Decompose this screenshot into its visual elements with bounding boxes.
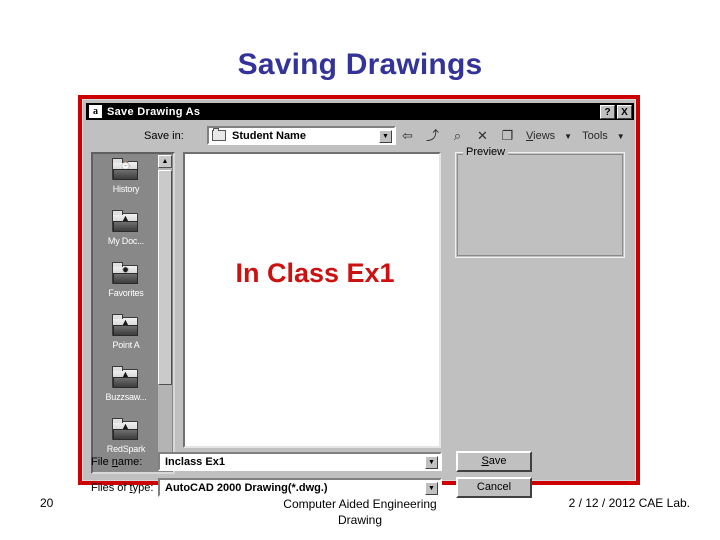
page-title: Saving Drawings xyxy=(237,48,483,81)
file-name-combobox[interactable]: Inclass Ex1 ▼ xyxy=(158,452,442,471)
dialog-titlebar: a Save Drawing As ? X xyxy=(86,103,634,120)
save-drawing-as-dialog: a Save Drawing As ? X Save in: Student N… xyxy=(82,99,636,498)
scroll-up-icon[interactable]: ▲ xyxy=(158,155,172,168)
folder-icon xyxy=(212,128,226,141)
tools-menu-label[interactable]: Tools xyxy=(582,130,608,142)
preview-label: Preview xyxy=(463,146,509,158)
save-in-combobox[interactable]: Student Name ▼ xyxy=(207,126,396,145)
slide-number: 20 xyxy=(40,496,54,510)
files-of-type-chevron-down-icon[interactable]: ▼ xyxy=(425,482,438,495)
up-one-level-icon[interactable]: ⤴ xyxy=(424,128,441,144)
preview-border xyxy=(457,154,623,256)
dialog-toolbar: ⇦ ⤴ ⌕ ✕ ❐ Views ▼ Tools ▼ xyxy=(399,126,625,146)
search-web-icon[interactable]: ⌕ xyxy=(449,128,466,144)
help-button[interactable]: ? xyxy=(600,104,615,119)
file-name-chevron-down-icon[interactable]: ▼ xyxy=(425,456,438,469)
tools-chevron-down-icon[interactable]: ▼ xyxy=(617,132,625,141)
file-name-value: Inclass Ex1 xyxy=(165,456,225,468)
footer-date-lab: 2 / 12 / 2012 CAE Lab. xyxy=(568,496,690,510)
file-name-row: File name: Inclass Ex1 ▼ Save xyxy=(86,451,634,472)
preview-panel: Preview xyxy=(455,146,625,258)
autocad-app-icon: a xyxy=(89,105,102,118)
chevron-down-icon[interactable]: ▼ xyxy=(379,130,392,143)
save-in-value: Student Name xyxy=(232,129,306,142)
place-label: Buzzsaw... xyxy=(105,392,147,402)
place-label: Point A xyxy=(112,340,140,350)
history-folder-icon: ⌚ xyxy=(111,158,141,183)
back-arrow-icon[interactable]: ⇦ xyxy=(399,128,416,144)
files-of-type-combobox[interactable]: AutoCAD 2000 Drawing(*.dwg.) ▼ xyxy=(158,478,442,497)
annotation-in-class-ex1: In Class Ex1 xyxy=(235,258,395,288)
footer-line-2: Drawing xyxy=(337,513,382,527)
places-list: ⌚ History ▲ My Doc... ✹ Favorites ▲ Poin… xyxy=(93,154,159,468)
place-item-point-a[interactable]: ▲ Point A xyxy=(93,312,159,364)
place-label: Favorites xyxy=(108,288,144,298)
buzzsaw-folder-icon: ▲ xyxy=(111,366,141,391)
place-item-buzzsaw[interactable]: ▲ Buzzsaw... xyxy=(93,364,159,416)
save-in-label: Save in: xyxy=(144,130,184,142)
dialog-title: Save Drawing As xyxy=(107,105,201,118)
places-scrollbar[interactable]: ▲ ▼ xyxy=(158,155,172,471)
views-menu-label[interactable]: Views xyxy=(526,130,555,142)
point-a-folder-icon: ▲ xyxy=(111,314,141,339)
files-of-type-label: Files of type: xyxy=(91,482,154,494)
favorites-folder-icon: ✹ xyxy=(111,262,141,287)
place-item-my-documents[interactable]: ▲ My Doc... xyxy=(93,208,159,260)
file-name-label: File name: xyxy=(91,456,143,468)
files-of-type-value: AutoCAD 2000 Drawing(*.dwg.) xyxy=(165,482,328,494)
places-bar: ⌚ History ▲ My Doc... ✹ Favorites ▲ Poin… xyxy=(91,152,175,474)
file-list-panel[interactable] xyxy=(183,152,441,448)
views-chevron-down-icon[interactable]: ▼ xyxy=(564,132,572,141)
scrollbar-thumb[interactable] xyxy=(158,170,172,385)
save-button[interactable]: Save xyxy=(456,451,532,472)
place-label: My Doc... xyxy=(107,236,145,246)
footer-line-1: Computer Aided Engineering xyxy=(283,497,437,511)
place-item-history[interactable]: ⌚ History xyxy=(93,156,159,208)
redspark-folder-icon: ▲ xyxy=(111,418,141,443)
place-label: History xyxy=(112,184,140,194)
create-new-folder-icon[interactable]: ❐ xyxy=(499,128,516,144)
place-item-favorites[interactable]: ✹ Favorites xyxy=(93,260,159,312)
delete-icon[interactable]: ✕ xyxy=(474,128,491,144)
files-of-type-row: Files of type: AutoCAD 2000 Drawing(*.dw… xyxy=(86,477,634,498)
cancel-button[interactable]: Cancel xyxy=(456,477,532,498)
my-documents-folder-icon: ▲ xyxy=(111,210,141,235)
screenshot-red-frame: a Save Drawing As ? X Save in: Student N… xyxy=(78,95,640,498)
close-icon[interactable]: X xyxy=(617,104,632,119)
footer-course-title: Computer Aided Engineering Drawing xyxy=(210,496,510,528)
